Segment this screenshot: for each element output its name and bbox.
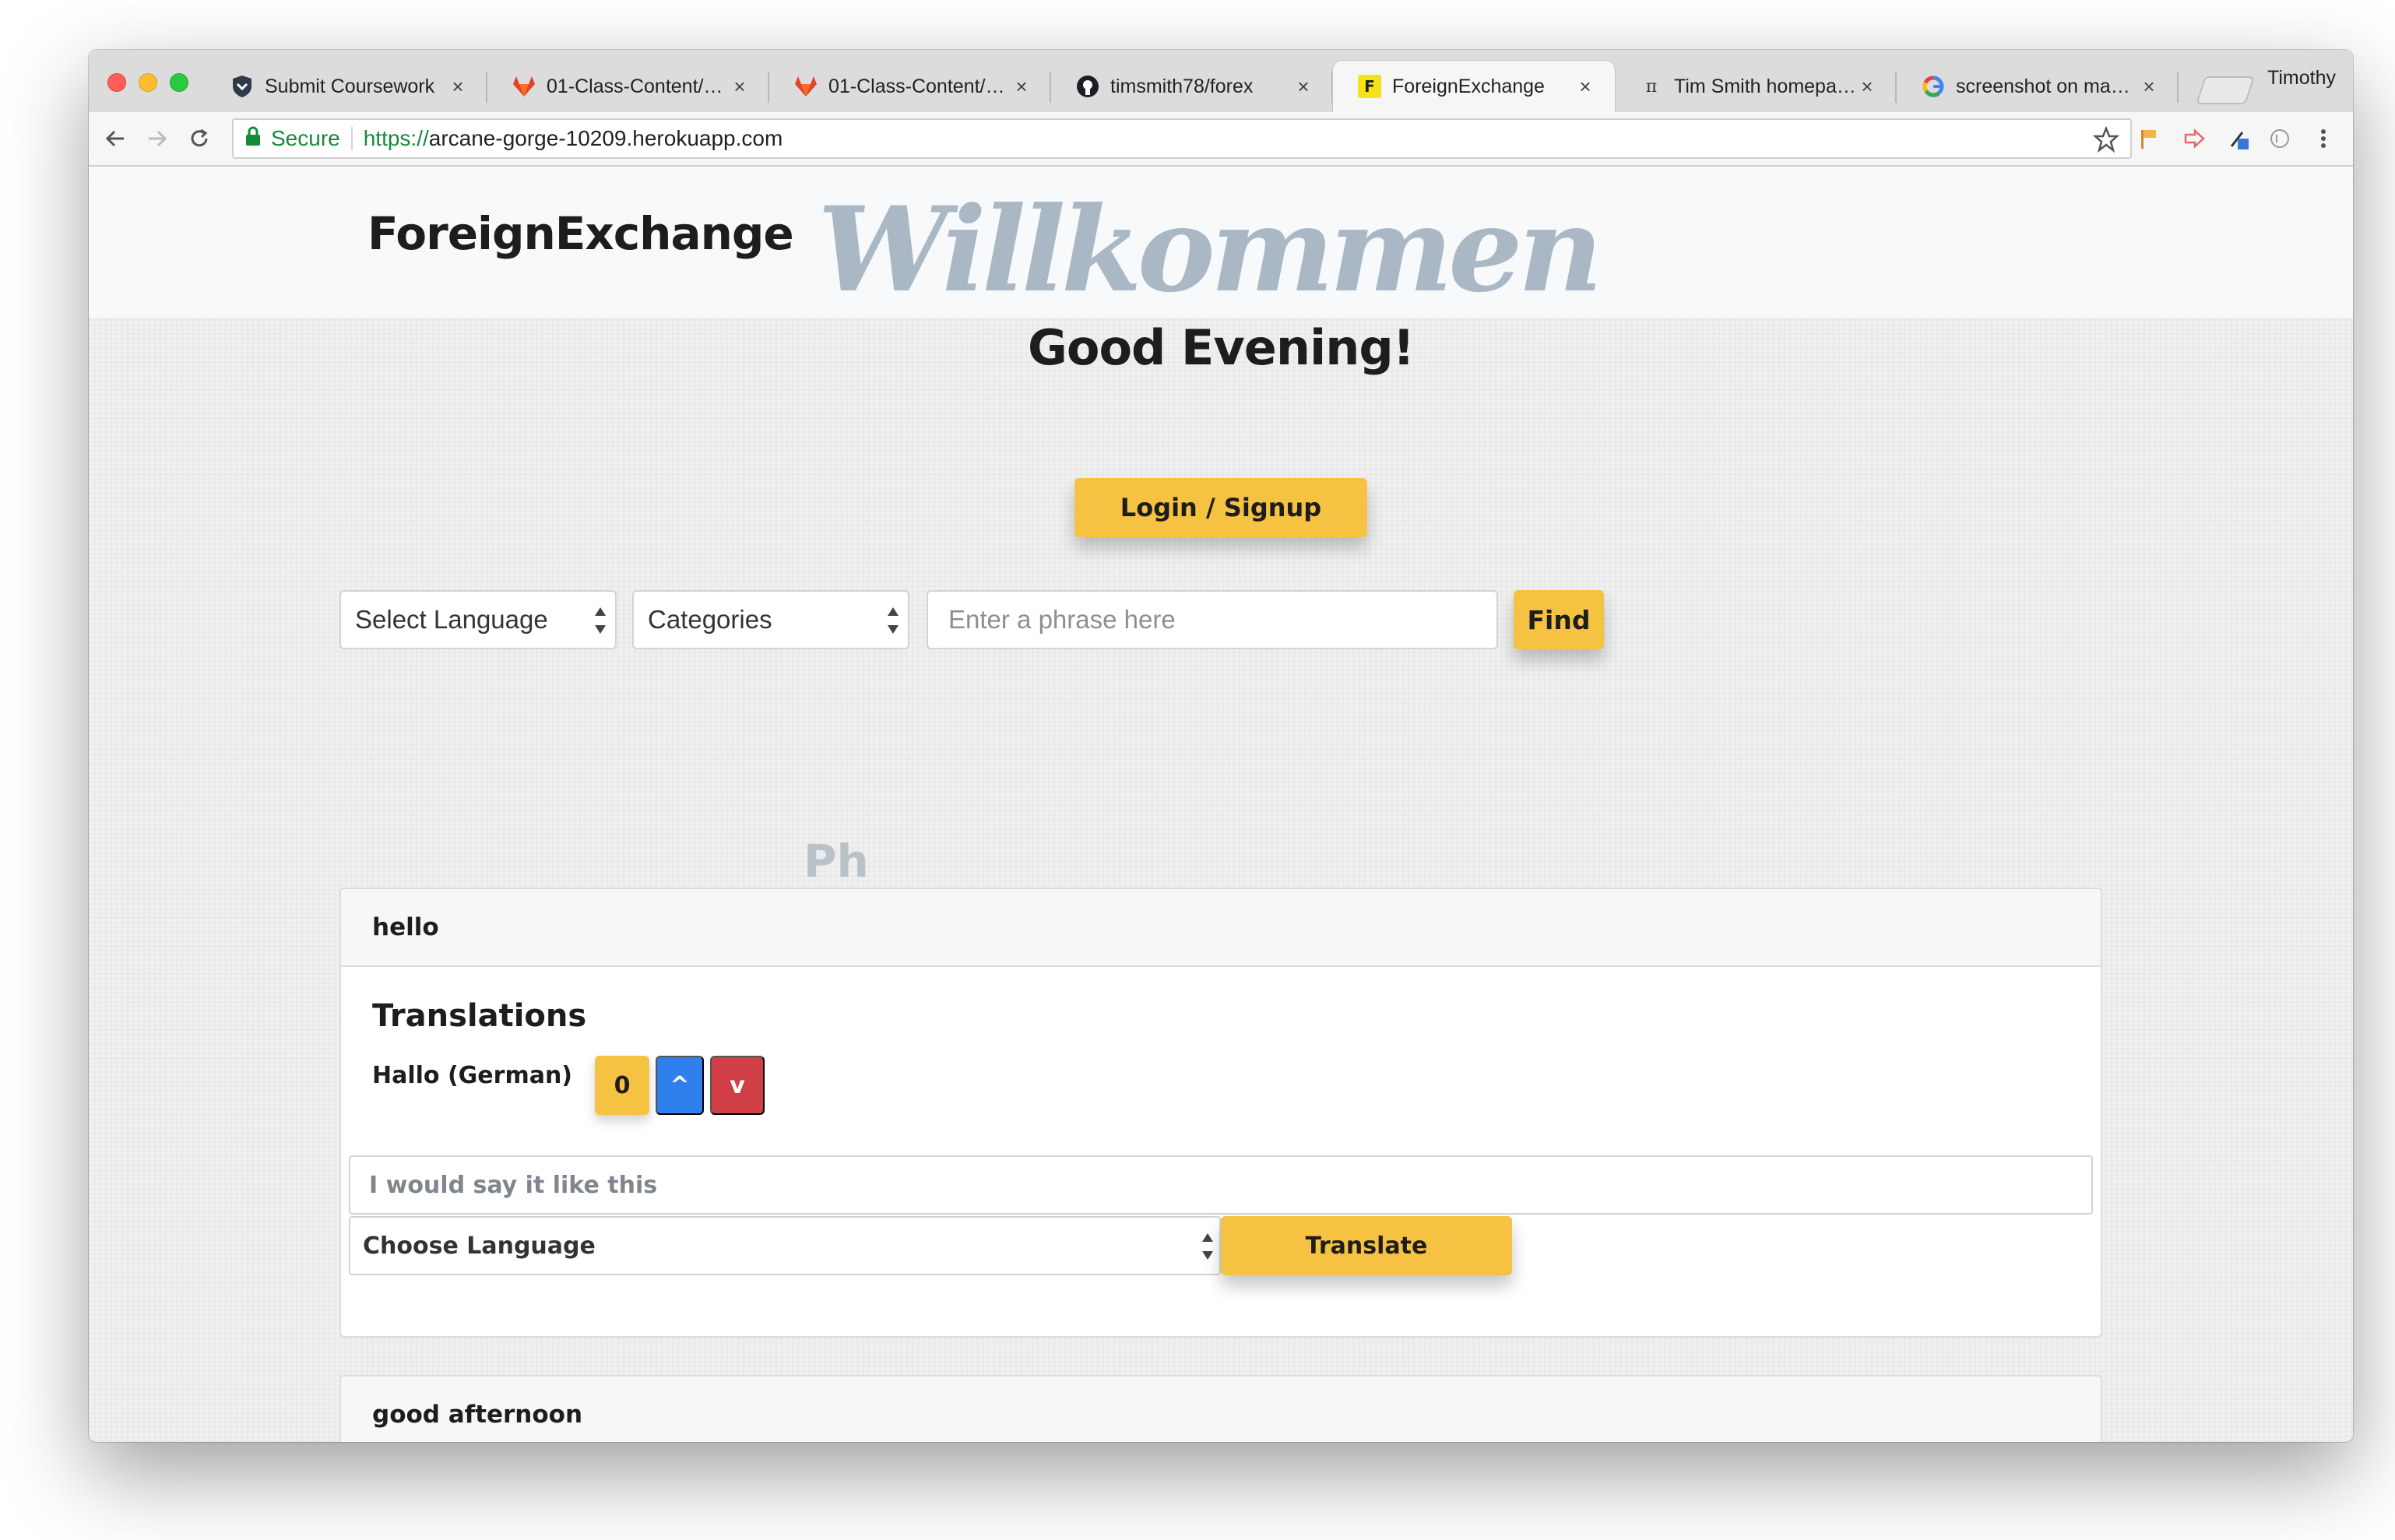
- close-tab-icon[interactable]: ×: [2138, 75, 2160, 99]
- phrase-title: good afternoon: [341, 1377, 2101, 1442]
- maximize-window-button[interactable]: [170, 73, 188, 92]
- web-page: ForeignExchange Willkommen Good Evening!…: [89, 168, 2353, 1442]
- choose-language-value: Choose Language: [363, 1232, 596, 1260]
- tab-label: ForeignExchange: [1392, 75, 1545, 97]
- phrase-card: good afternoon: [339, 1375, 2102, 1442]
- tab-google-search[interactable]: screenshot on mac - G ×: [1897, 61, 2179, 112]
- welcome-script: Willkommen: [818, 181, 1603, 318]
- tab-class-content-13[interactable]: 01-Class-Content/13- ×: [769, 61, 1051, 112]
- category-select-value: Categories: [648, 605, 772, 634]
- forward-icon[interactable]: [143, 125, 171, 153]
- vote-count-badge: 0: [595, 1056, 649, 1115]
- url-scheme: https://: [363, 126, 429, 150]
- google-icon: [1922, 75, 1945, 98]
- tab-class-content-17[interactable]: 01-Class-Content/17- ×: [487, 61, 769, 112]
- reload-icon[interactable]: [185, 125, 213, 153]
- language-select[interactable]: Select Language: [339, 590, 617, 649]
- close-tab-icon[interactable]: ×: [447, 75, 469, 99]
- extension-flag-icon[interactable]: [2135, 125, 2163, 153]
- shield-icon: [230, 75, 254, 98]
- pi-icon: π: [1645, 76, 1658, 97]
- close-tab-icon[interactable]: ×: [1574, 75, 1596, 99]
- faded-section-heading: Ph: [804, 835, 869, 888]
- language-select-value: Select Language: [355, 605, 548, 634]
- choose-language-select[interactable]: Choose Language: [349, 1216, 1221, 1275]
- translation-text: Hallo (German): [372, 1062, 573, 1089]
- address-divider: [350, 127, 353, 150]
- gitlab-icon: [794, 75, 818, 98]
- address-bar[interactable]: Secure https:// arcane-gorge-10209.herok…: [232, 118, 2132, 159]
- tab-label: 01-Class-Content/13-: [828, 75, 1011, 97]
- tab-label: Submit Coursework: [265, 75, 435, 97]
- extension-eyedropper-icon[interactable]: [2225, 125, 2253, 153]
- lock-icon: [244, 126, 262, 152]
- close-tab-icon[interactable]: ×: [1292, 75, 1314, 99]
- close-tab-icon[interactable]: ×: [1011, 75, 1032, 99]
- extension-circle-icon[interactable]: [2266, 125, 2294, 153]
- tab-label: 01-Class-Content/17-: [547, 75, 729, 97]
- tab-submit-coursework[interactable]: Submit Coursework ×: [206, 61, 487, 112]
- forex-favicon: F: [1358, 75, 1381, 98]
- suggest-translation-input[interactable]: [349, 1155, 2093, 1215]
- find-button[interactable]: Find: [1514, 590, 1604, 649]
- site-navbar: ForeignExchange Willkommen: [89, 168, 2353, 318]
- bookmark-star-icon[interactable]: [2092, 125, 2120, 153]
- brand-logo[interactable]: ForeignExchange: [368, 207, 794, 260]
- github-icon: [1076, 75, 1099, 98]
- tab-foreignexchange[interactable]: F ForeignExchange ×: [1333, 61, 1615, 112]
- phrase-card: hello Translations Hallo (German) 0 ^ v …: [339, 888, 2102, 1338]
- phrase-search-input[interactable]: [927, 590, 1498, 649]
- login-signup-button[interactable]: Login / Signup: [1074, 478, 1367, 537]
- translate-button[interactable]: Translate: [1221, 1216, 1512, 1275]
- tab-strip: Submit Coursework × 01-Class-Content/17-…: [89, 50, 2353, 112]
- tab-tim-smith-homepage[interactable]: π Tim Smith homepage ×: [1615, 61, 1897, 112]
- extension-arrow-icon[interactable]: [2180, 125, 2208, 153]
- browser-toolbar: Secure https:// arcane-gorge-10209.herok…: [89, 112, 2353, 167]
- close-tab-icon[interactable]: ×: [1856, 75, 1878, 99]
- tab-label: screenshot on mac - G: [1956, 75, 2138, 97]
- greeting-heading: Good Evening!: [1027, 319, 1415, 376]
- close-window-button[interactable]: [107, 73, 126, 92]
- browser-window: Submit Coursework × 01-Class-Content/17-…: [89, 50, 2353, 1442]
- phrase-title: hello: [341, 889, 2101, 967]
- secure-label: Secure: [271, 126, 340, 150]
- tab-label: timsmith78/forex: [1110, 75, 1254, 97]
- select-arrows-icon: [1201, 1233, 1215, 1260]
- back-icon[interactable]: [101, 125, 129, 153]
- category-select[interactable]: Categories: [632, 590, 909, 649]
- tab-label: Tim Smith homepage: [1674, 75, 1856, 97]
- select-arrows-icon: [593, 607, 607, 634]
- translations-heading: Translations: [372, 998, 587, 1034]
- gitlab-icon: [512, 75, 536, 98]
- new-tab-button[interactable]: [2196, 76, 2255, 104]
- menu-kebab-icon[interactable]: [2309, 125, 2337, 153]
- upvote-button[interactable]: ^: [656, 1056, 704, 1115]
- profile-name[interactable]: Timothy: [2267, 67, 2336, 90]
- minimize-window-button[interactable]: [139, 73, 157, 92]
- select-arrows-icon: [886, 607, 900, 634]
- close-tab-icon[interactable]: ×: [729, 75, 751, 99]
- downvote-button[interactable]: v: [710, 1056, 765, 1115]
- url-host: arcane-gorge-10209.herokuapp.com: [428, 126, 783, 150]
- tab-github-forex[interactable]: timsmith78/forex ×: [1051, 61, 1333, 112]
